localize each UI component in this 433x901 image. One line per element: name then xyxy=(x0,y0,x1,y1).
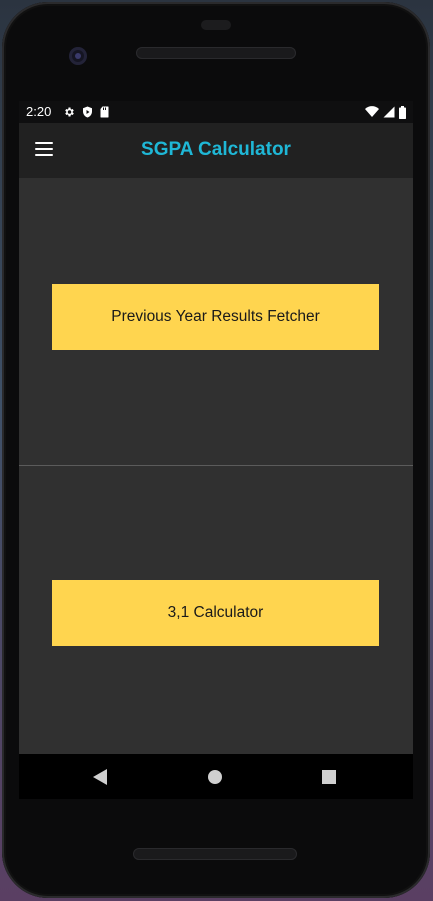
device-screen: 2:20 SGPA Calculator Previous Year Resul… xyxy=(19,101,413,799)
top-speaker-grille xyxy=(136,47,296,59)
app-title: SGPA Calculator xyxy=(141,139,291,160)
previous-year-results-fetcher-button[interactable]: Previous Year Results Fetcher xyxy=(52,284,379,350)
front-camera xyxy=(69,47,87,65)
main-content: Previous Year Results Fetcher 3,1 Calcul… xyxy=(19,178,413,754)
shield-icon xyxy=(83,106,92,118)
battery-icon xyxy=(399,105,406,119)
recents-icon[interactable] xyxy=(322,770,336,784)
status-system-icons xyxy=(365,105,406,119)
section-divider xyxy=(19,465,413,466)
status-time: 2:20 xyxy=(26,104,52,119)
bottom-speaker-grille xyxy=(133,848,297,860)
back-icon[interactable] xyxy=(93,769,107,785)
wifi-icon xyxy=(365,106,379,117)
sd-card-icon xyxy=(100,106,109,118)
settings-icon xyxy=(65,107,74,117)
navigation-bar xyxy=(19,754,413,799)
home-icon[interactable] xyxy=(208,770,222,784)
app-bar: SGPA Calculator xyxy=(19,123,413,178)
status-notification-icons xyxy=(63,105,109,119)
earpiece xyxy=(201,20,231,30)
status-bar: 2:20 xyxy=(19,101,413,123)
calculator-button[interactable]: 3,1 Calculator xyxy=(52,580,379,646)
signal-icon xyxy=(383,106,395,118)
